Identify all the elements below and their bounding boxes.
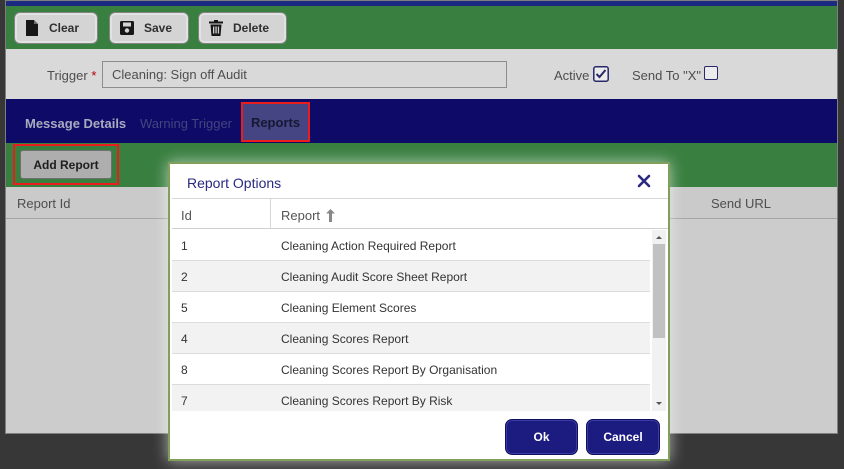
cell-id: 7 bbox=[181, 394, 188, 408]
cell-id: 1 bbox=[181, 239, 188, 253]
table-row[interactable]: 1 Cleaning Action Required Report bbox=[172, 230, 650, 261]
cell-id: 8 bbox=[181, 363, 188, 377]
cell-id: 5 bbox=[181, 301, 188, 315]
cell-report: Cleaning Audit Score Sheet Report bbox=[281, 270, 468, 284]
cell-id: 2 bbox=[181, 270, 188, 284]
close-icon[interactable] bbox=[636, 173, 652, 189]
dialog-grid-rows: 1 Cleaning Action Required Report 2 Clea… bbox=[172, 230, 650, 411]
report-options-dialog: Report Options Id Report 1 Cleaning Acti… bbox=[168, 162, 670, 461]
dialog-title: Report Options bbox=[187, 175, 282, 191]
cell-report: Cleaning Scores Report By Organisation bbox=[281, 363, 498, 377]
cell-id: 4 bbox=[181, 332, 188, 346]
dialog-grid-header: Id Report bbox=[172, 198, 668, 229]
cell-report: Cleaning Action Required Report bbox=[281, 239, 456, 253]
table-row[interactable]: 7 Cleaning Scores Report By Risk bbox=[172, 385, 650, 411]
column-report[interactable]: Report bbox=[281, 208, 336, 223]
table-row[interactable]: 2 Cleaning Audit Score Sheet Report bbox=[172, 261, 650, 292]
column-report-label: Report bbox=[281, 208, 321, 223]
column-id[interactable]: Id bbox=[181, 208, 192, 223]
sort-up-icon bbox=[326, 209, 336, 222]
cancel-button[interactable]: Cancel bbox=[586, 419, 660, 455]
scroll-thumb[interactable] bbox=[653, 244, 665, 338]
scroll-down-icon[interactable] bbox=[652, 397, 666, 411]
table-row[interactable]: 8 Cleaning Scores Report By Organisation bbox=[172, 354, 650, 385]
table-row[interactable]: 4 Cleaning Scores Report bbox=[172, 323, 650, 354]
dialog-scrollbar[interactable] bbox=[652, 230, 666, 411]
ok-button[interactable]: Ok bbox=[505, 419, 578, 455]
cell-report: Cleaning Scores Report By Risk bbox=[281, 394, 453, 408]
table-row[interactable]: 5 Cleaning Element Scores bbox=[172, 292, 650, 323]
scroll-up-icon[interactable] bbox=[652, 230, 666, 244]
column-separator bbox=[270, 199, 271, 229]
cell-report: Cleaning Element Scores bbox=[281, 301, 417, 315]
report-options-grid: Id Report 1 Cleaning Action Required Rep… bbox=[172, 198, 668, 411]
cell-report: Cleaning Scores Report bbox=[281, 332, 409, 346]
